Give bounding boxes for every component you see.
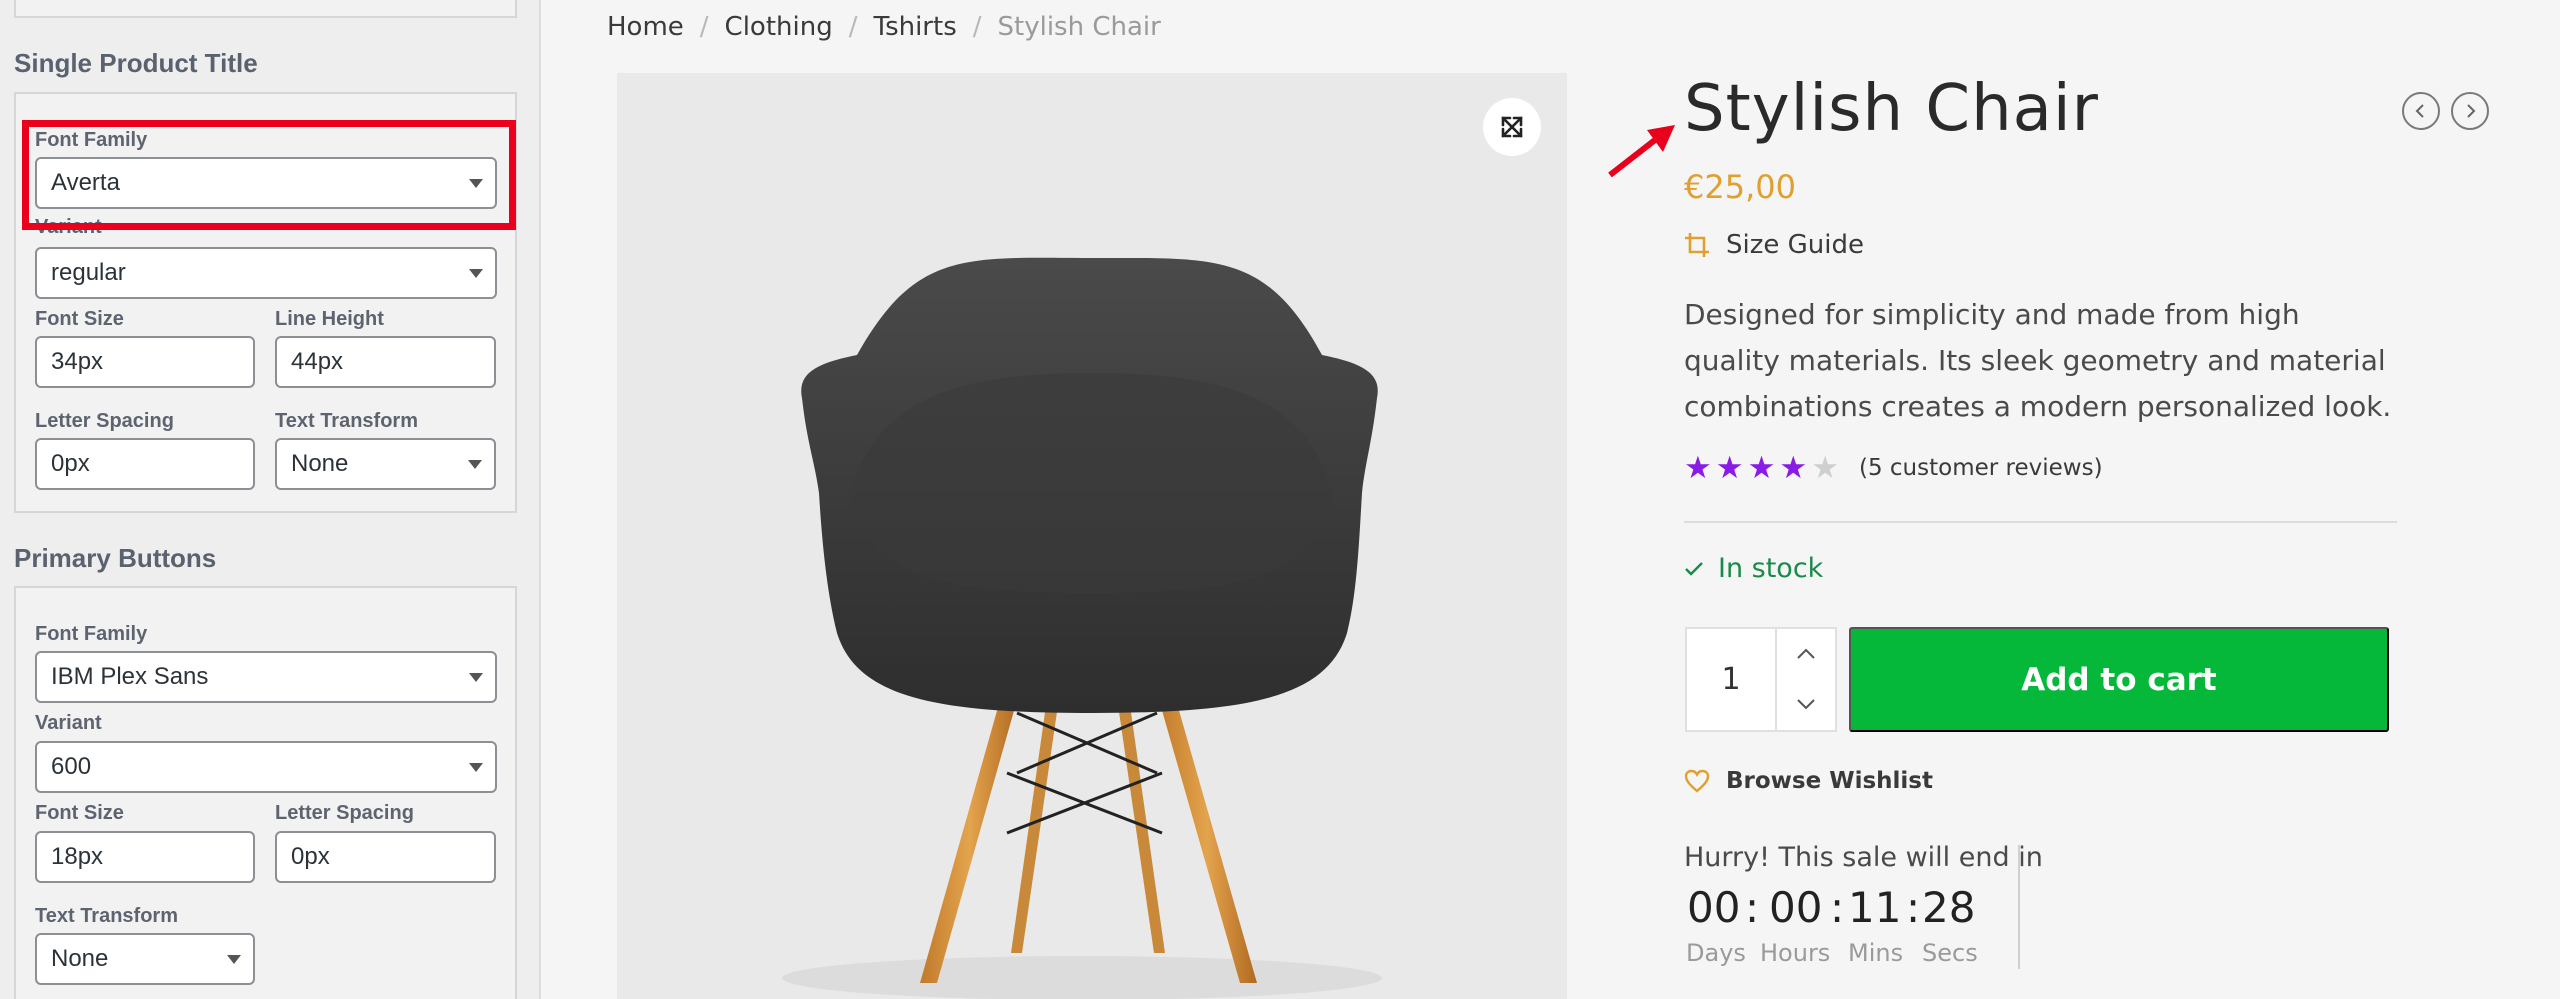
countdown-separator: :	[1830, 883, 1845, 932]
arrow-annotation-icon	[1608, 125, 1675, 178]
buttons-text-transform-select[interactable]: None	[35, 933, 255, 985]
star-filled-icon: ★	[1684, 450, 1712, 485]
font-family-value: IBM Plex Sans	[51, 663, 209, 690]
letter-spacing-label: Letter Spacing	[275, 802, 414, 824]
divider	[1684, 521, 2397, 523]
text-transform-value: None	[51, 945, 109, 972]
countdown-hours: 00	[1769, 883, 1823, 932]
heart-icon	[1684, 769, 1710, 793]
product-price: €25,00	[1684, 168, 1796, 206]
quantity-increase-button[interactable]	[1777, 629, 1835, 679]
buttons-font-family-select[interactable]: IBM Plex Sans	[35, 651, 497, 703]
font-size-label: Font Size	[35, 802, 124, 824]
breadcrumb-link-clothing[interactable]: Clothing	[725, 12, 833, 42]
star-filled-icon: ★	[1747, 450, 1776, 485]
prev-product-button[interactable]	[2402, 92, 2440, 130]
text-transform-label: Text Transform	[35, 905, 178, 927]
buttons-variant-select[interactable]: 600	[35, 741, 497, 793]
countdown-days: 00	[1687, 883, 1741, 932]
quantity-input[interactable]: 1	[1687, 629, 1777, 730]
countdown-secs: 28	[1922, 883, 1976, 932]
chair-image	[782, 257, 1382, 999]
breadcrumb-separator: /	[972, 12, 982, 42]
variant-label: Variant	[35, 712, 102, 734]
variant-select[interactable]: regular	[35, 247, 497, 299]
countdown-mins-label: Mins	[1848, 939, 1904, 967]
breadcrumb-link-home[interactable]: Home	[607, 12, 684, 42]
chevron-right-icon	[2467, 104, 2476, 118]
countdown-secs-label: Secs	[1922, 939, 1978, 967]
reviews-link[interactable]: (5 customer reviews)	[1859, 455, 2103, 481]
wishlist-label: Browse Wishlist	[1726, 768, 1933, 794]
text-transform-value: None	[291, 450, 349, 477]
letter-spacing-label: Letter Spacing	[35, 410, 174, 432]
buttons-font-size-input[interactable]: 18px	[35, 831, 255, 883]
countdown-separator: :	[1745, 883, 1760, 932]
section-heading-single-title: Single Product Title	[14, 48, 258, 78]
check-icon	[1685, 561, 1703, 576]
chevron-down-icon	[469, 269, 483, 278]
breadcrumb-current: Stylish Chair	[997, 12, 1161, 42]
product-image[interactable]	[617, 73, 1567, 999]
star-empty-icon: ★	[1811, 450, 1839, 485]
stock-status: In stock	[1684, 553, 1823, 584]
product-title: Stylish Chair	[1684, 72, 2099, 146]
section-heading-primary-buttons: Primary Buttons	[14, 543, 217, 573]
product-description: Designed for simplicity and made from hi…	[1684, 298, 2392, 423]
star-filled-icon: ★	[1779, 450, 1808, 485]
chevron-down-icon	[469, 673, 483, 682]
breadcrumb-separator: /	[699, 12, 709, 42]
chevron-down-icon	[469, 763, 483, 772]
font-size-label: Font Size	[35, 308, 124, 330]
browse-wishlist-link[interactable]: Browse Wishlist	[1684, 768, 1933, 794]
countdown-days-label: Days	[1686, 939, 1746, 967]
variant-value: regular	[51, 259, 126, 286]
line-height-label: Line Height	[275, 308, 384, 330]
size-guide-link[interactable]: Size Guide	[1684, 230, 1864, 260]
countdown-divider	[2018, 845, 2020, 969]
breadcrumb-link-tshirts[interactable]: Tshirts	[873, 12, 956, 42]
countdown-hours-label: Hours	[1760, 939, 1831, 967]
font-family-label: Font Family	[35, 623, 148, 645]
chevron-down-icon	[468, 460, 482, 469]
star-filled-icon: ★	[1715, 450, 1744, 485]
text-transform-select[interactable]: None	[275, 438, 496, 490]
buttons-letter-spacing-input[interactable]: 0px	[275, 831, 496, 883]
countdown-separator: :	[1906, 883, 1921, 932]
variant-value: 600	[51, 753, 92, 780]
quantity-stepper: 1	[1685, 627, 1837, 732]
chevron-down-icon	[1797, 699, 1815, 710]
customizer-sidebar: Single Product Title Font Family Averta …	[0, 0, 541, 999]
next-product-button[interactable]	[2451, 92, 2489, 130]
font-size-input[interactable]: 34px	[35, 336, 255, 388]
product-rating: ★ ★ ★ ★ ★ (5 customer reviews)	[1684, 452, 2103, 483]
sale-countdown-heading: Hurry! This sale will end in	[1684, 842, 2043, 873]
size-guide-label: Size Guide	[1726, 230, 1864, 260]
letter-spacing-input[interactable]: 0px	[35, 438, 255, 490]
zoom-button[interactable]	[1483, 98, 1541, 156]
chevron-left-icon	[2415, 104, 2424, 118]
crop-icon	[1685, 233, 1709, 257]
stock-label: In stock	[1718, 553, 1824, 584]
highlight-box	[22, 120, 516, 230]
chevron-up-icon	[1797, 648, 1815, 659]
chevron-down-icon	[227, 955, 241, 964]
panel-stub	[14, 0, 517, 18]
text-transform-label: Text Transform	[275, 410, 418, 432]
expand-icon	[1501, 116, 1523, 138]
breadcrumb: Home / Clothing / Tshirts / Stylish Chai…	[607, 12, 1161, 42]
add-to-cart-button[interactable]: Add to cart	[1849, 627, 2389, 732]
line-height-input[interactable]: 44px	[275, 336, 496, 388]
breadcrumb-separator: /	[848, 12, 858, 42]
countdown-mins: 11	[1848, 883, 1902, 932]
quantity-decrease-button[interactable]	[1777, 679, 1835, 729]
